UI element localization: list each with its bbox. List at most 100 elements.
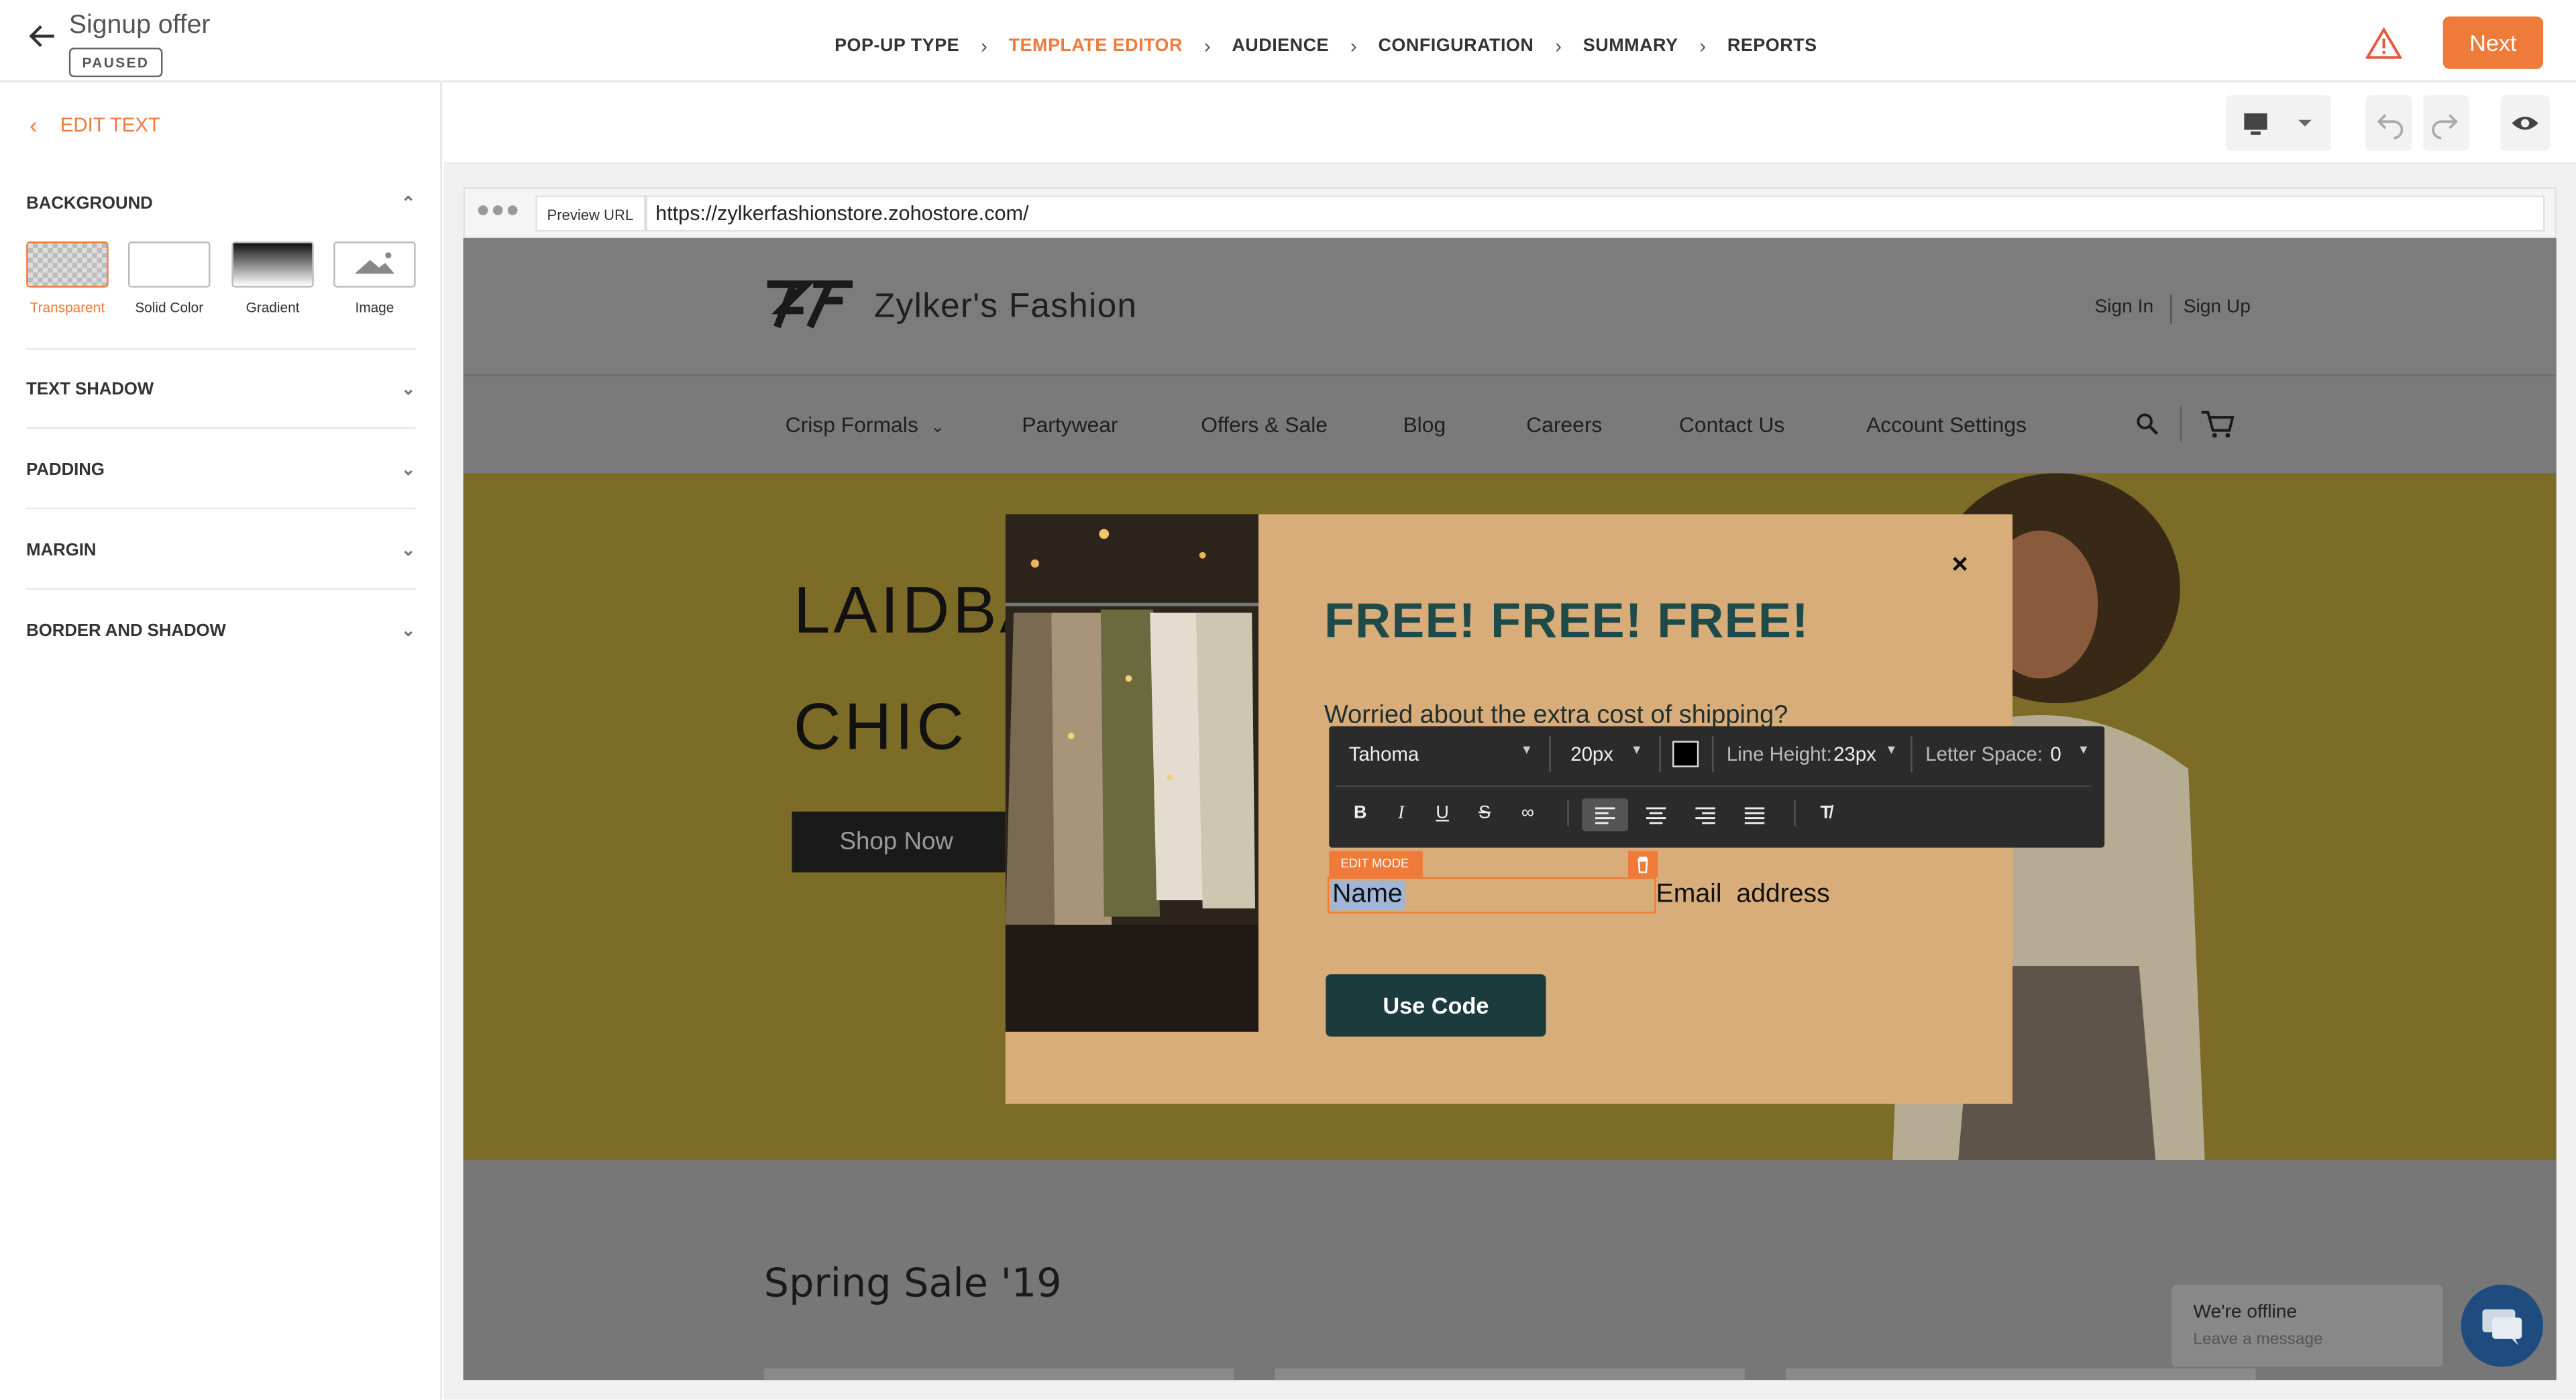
nav-blog[interactable]: Blog bbox=[1403, 413, 1446, 437]
divider bbox=[26, 588, 416, 590]
divider bbox=[26, 507, 416, 510]
align-center-icon[interactable] bbox=[1636, 798, 1676, 831]
next-button[interactable]: Next bbox=[2443, 16, 2544, 69]
caret-down-icon: ▾ bbox=[2080, 741, 2088, 757]
nav-contact[interactable]: Contact Us bbox=[1679, 413, 1785, 437]
chevron-right-icon: › bbox=[980, 34, 987, 58]
nav-partywear[interactable]: Partywear bbox=[1022, 413, 1118, 437]
align-justify-icon[interactable] bbox=[1735, 798, 1774, 831]
sign-up-link[interactable]: Sign Up bbox=[2184, 297, 2251, 317]
email-field[interactable]: Email address bbox=[1656, 881, 1830, 910]
chat-subtitle: Leave a message bbox=[2193, 1330, 2323, 1349]
section-border-shadow[interactable]: BORDER AND SHADOW ⌄ bbox=[26, 621, 415, 641]
left-panel: ‹ EDIT TEXT BACKGROUND ⌃ Transparent Sol… bbox=[0, 82, 442, 1400]
chevron-up-icon: ⌃ bbox=[401, 193, 416, 214]
solid-swatch bbox=[128, 241, 211, 288]
nav-label: Crisp Formals bbox=[785, 412, 918, 437]
step-summary[interactable]: SUMMARY bbox=[1583, 36, 1678, 56]
name-field[interactable]: Name bbox=[1330, 880, 1405, 910]
section-margin-label: MARGIN bbox=[26, 540, 97, 561]
divider bbox=[1567, 800, 1569, 826]
underline-icon[interactable]: U bbox=[1436, 804, 1448, 823]
italic-icon[interactable]: I bbox=[1398, 804, 1404, 823]
redo-button[interactable] bbox=[2423, 95, 2469, 152]
edit-text-back[interactable]: ‹ EDIT TEXT bbox=[30, 112, 160, 138]
bg-option-label: Solid Color bbox=[135, 299, 204, 316]
preview-button[interactable] bbox=[2500, 95, 2550, 152]
nav-offers[interactable]: Offers & Sale bbox=[1201, 413, 1328, 437]
edit-mode-tag: EDIT MODE bbox=[1329, 851, 1423, 877]
nav-account[interactable]: Account Settings bbox=[1866, 413, 2027, 437]
section-margin[interactable]: MARGIN ⌄ bbox=[26, 541, 415, 560]
chevron-right-icon: › bbox=[1350, 34, 1357, 58]
clear-format-icon[interactable]: T̸ bbox=[1820, 804, 1831, 823]
letter-space-select[interactable]: 0 bbox=[2050, 743, 2061, 765]
step-audience[interactable]: AUDIENCE bbox=[1232, 36, 1329, 56]
text-color-picker[interactable] bbox=[1672, 741, 1699, 767]
caret-down-icon: ▾ bbox=[1887, 741, 1895, 757]
hero-heading-line2: CHIC bbox=[793, 692, 967, 764]
section-padding[interactable]: PADDING ⌄ bbox=[26, 460, 415, 480]
page-title: Signup offer bbox=[68, 11, 211, 40]
chat-widget[interactable]: We're offline Leave a message bbox=[2171, 1285, 2443, 1367]
brand-name: Zylker's Fashion bbox=[873, 287, 1138, 325]
popup-headline[interactable]: FREE! FREE! FREE! bbox=[1324, 595, 1809, 651]
bg-option-label: Gradient bbox=[246, 299, 300, 316]
shop-now-button[interactable]: Shop Now bbox=[792, 811, 1009, 873]
divider bbox=[2180, 405, 2182, 442]
image-icon bbox=[354, 252, 394, 274]
cart-icon[interactable] bbox=[2200, 409, 2236, 439]
bg-option-gradient[interactable]: Gradient bbox=[231, 241, 314, 316]
status-badge: PAUSED bbox=[68, 48, 162, 78]
delete-field-button[interactable] bbox=[1627, 851, 1658, 877]
font-family-select[interactable]: Tahoma bbox=[1349, 743, 1419, 765]
undo-button[interactable] bbox=[2365, 95, 2412, 152]
step-template-editor[interactable]: TEMPLATE EDITOR bbox=[997, 36, 1194, 86]
step-configuration[interactable]: CONFIGURATION bbox=[1378, 36, 1534, 56]
divider bbox=[1911, 736, 1913, 773]
section-text-shadow[interactable]: TEXT SHADOW ⌄ bbox=[26, 380, 415, 399]
section-title: Spring Sale '19 bbox=[763, 1260, 1062, 1306]
chevron-left-icon: ‹ bbox=[30, 111, 38, 138]
line-height-select[interactable]: 23px bbox=[1833, 743, 1876, 765]
divider bbox=[26, 348, 416, 350]
back-arrow-icon[interactable] bbox=[26, 19, 59, 52]
chevron-down-icon: ⌄ bbox=[930, 419, 945, 437]
font-size-select[interactable]: 20px bbox=[1570, 743, 1613, 765]
chat-button[interactable] bbox=[2461, 1285, 2544, 1367]
step-reports[interactable]: REPORTS bbox=[1727, 36, 1817, 56]
device-select[interactable] bbox=[2226, 95, 2332, 152]
align-left-button[interactable] bbox=[1582, 798, 1628, 832]
chevron-down-icon: ⌄ bbox=[401, 540, 416, 561]
preview-url-input[interactable]: https://zylkerfashionstore.zohostore.com… bbox=[645, 195, 2545, 232]
line-height-label: Line Height: bbox=[1726, 742, 1832, 766]
eye-icon bbox=[2512, 116, 2538, 130]
section-background[interactable]: BACKGROUND ⌃ bbox=[26, 194, 415, 213]
align-right-icon[interactable] bbox=[1686, 798, 1725, 831]
image-swatch bbox=[333, 241, 416, 288]
product-card bbox=[1786, 1368, 2256, 1381]
popup-close-icon[interactable]: × bbox=[1951, 549, 1968, 582]
gradient-swatch bbox=[231, 241, 314, 288]
divider bbox=[1336, 785, 2092, 788]
nav-careers[interactable]: Careers bbox=[1526, 413, 1602, 437]
divider bbox=[1659, 736, 1661, 773]
use-code-button[interactable]: Use Code bbox=[1326, 974, 1546, 1037]
bg-option-solid[interactable]: Solid Color bbox=[128, 241, 211, 316]
bg-option-image[interactable]: Image bbox=[333, 241, 416, 316]
sign-in-link[interactable]: Sign In bbox=[2094, 297, 2153, 317]
section-background-label: BACKGROUND bbox=[26, 193, 153, 214]
section-padding-label: PADDING bbox=[26, 460, 105, 480]
search-icon[interactable] bbox=[2136, 413, 2159, 435]
nav-crisp-formals[interactable]: Crisp Formals ⌄ bbox=[786, 413, 945, 437]
bg-option-label: Transparent bbox=[30, 299, 105, 316]
chevron-right-icon: › bbox=[1699, 34, 1707, 58]
link-icon[interactable]: ∞ bbox=[1521, 804, 1534, 823]
step-popup-type[interactable]: POP-UP TYPE bbox=[835, 36, 959, 56]
warning-icon[interactable] bbox=[2365, 26, 2402, 59]
bg-option-label: Image bbox=[355, 299, 394, 316]
bold-icon[interactable]: B bbox=[1354, 804, 1366, 823]
window-dots-icon bbox=[478, 205, 518, 215]
strikethrough-icon[interactable]: S bbox=[1479, 804, 1491, 823]
bg-option-transparent[interactable]: Transparent bbox=[26, 241, 109, 316]
